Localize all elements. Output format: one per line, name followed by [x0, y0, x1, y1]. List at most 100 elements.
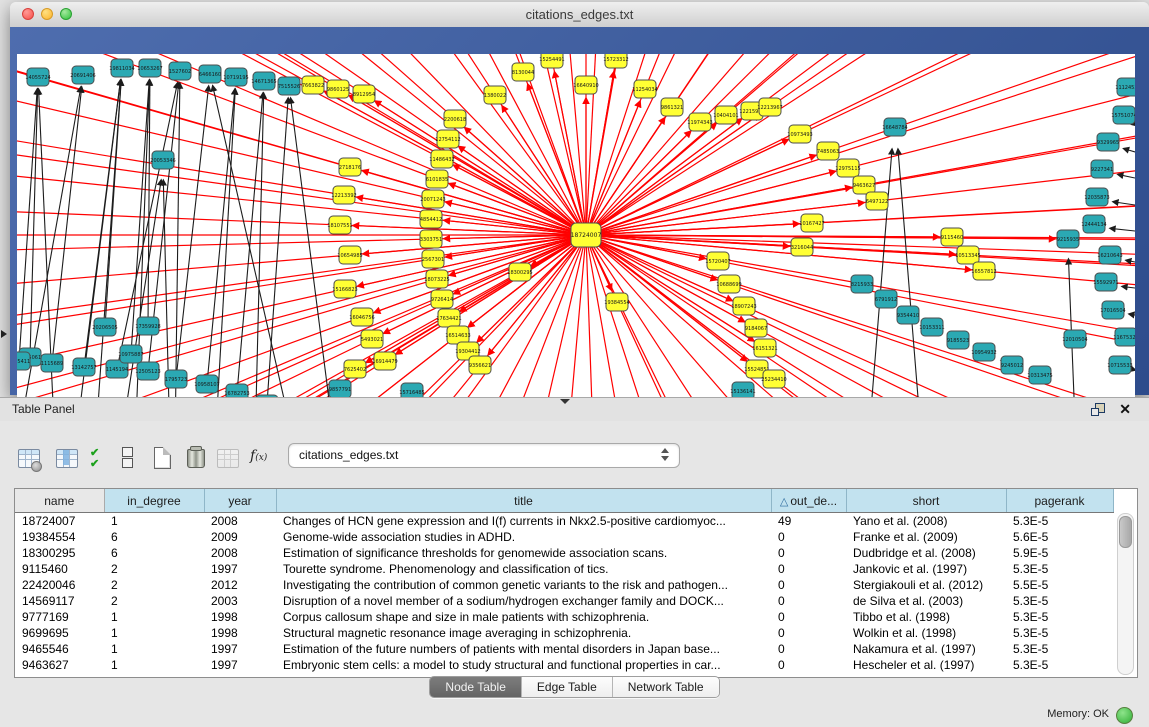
delete-column-button[interactable] — [183, 446, 209, 472]
graph-node-label: 18907243 — [731, 304, 756, 310]
graph-node-label: 19811034 — [109, 66, 134, 72]
table-row[interactable]: 1938455462009Genome-wide association stu… — [15, 529, 1113, 545]
table-row[interactable]: 911546021997Tourette syndrome. Phenomeno… — [15, 561, 1113, 577]
cytoscape-app: { "window": { "title": "citations_edges.… — [0, 0, 1149, 727]
column-header-year[interactable]: year — [204, 489, 276, 513]
table-toolbar: ✔✔ f(x) citations_edges.txt — [0, 422, 1149, 484]
table-cell: 9699695 — [15, 625, 104, 641]
tab-network-table[interactable]: Network Table — [613, 677, 719, 697]
graph-node-label: 10719195 — [223, 75, 248, 81]
graph-node-label: 20071243 — [420, 197, 445, 203]
tab-node-table[interactable]: Node Table — [430, 677, 522, 697]
red-edge-arrow — [362, 171, 586, 235]
table-cell: 1998 — [204, 625, 276, 641]
float-panel-button[interactable] — [1091, 403, 1105, 416]
graph-node-label: 7625402 — [344, 367, 366, 373]
black-edge — [213, 86, 295, 414]
new-column-button[interactable] — [150, 446, 176, 472]
delete-table-button[interactable] — [215, 446, 241, 472]
table-cell: Estimation of significance thresholds fo… — [276, 545, 771, 561]
graph-node-label: 10715533 — [1107, 363, 1132, 369]
network-window: citations_edges.txt 14055724206914061981… — [10, 2, 1149, 395]
table-cell: 1997 — [204, 641, 276, 657]
graph-node-label: 8130044 — [512, 70, 534, 76]
black-edge — [215, 89, 235, 414]
table-cell: 5.3E-5 — [1006, 657, 1113, 673]
graph-node-label: 1145194 — [106, 367, 128, 373]
column-header-short[interactable]: short — [846, 489, 1006, 513]
citation-graph[interactable]: 1405572420691406198110341065326715276026… — [17, 54, 1135, 414]
graph-node-label: 18073225 — [424, 277, 449, 283]
table-row[interactable]: 969969511998Structural magnetic resonanc… — [15, 625, 1113, 641]
column-header-title[interactable]: title — [276, 489, 771, 513]
panel-divider-handle-icon[interactable] — [560, 399, 570, 404]
column-header-name[interactable]: name — [15, 489, 104, 513]
table-row[interactable]: 977716911998Corpus callosum shape and si… — [15, 609, 1113, 625]
graph-node-label: 12213967 — [757, 105, 782, 111]
graph-node-label: 9329965 — [1097, 140, 1119, 146]
graph-node-label: 10975887 — [118, 352, 143, 358]
table-scrollbar[interactable] — [1117, 513, 1134, 675]
table-cell: 0 — [771, 561, 846, 577]
table-cell: 5.3E-5 — [1006, 641, 1113, 657]
function-builder-button[interactable]: f(x) — [250, 448, 276, 474]
column-header-outde[interactable]: △out_de... — [771, 489, 846, 513]
black-edge — [30, 89, 38, 357]
graph-node-label: 6466160 — [199, 72, 221, 78]
table-mode-button[interactable] — [16, 446, 42, 472]
table-row[interactable]: 2242004622012Investigating the contribut… — [15, 577, 1113, 593]
graph-node-label: 3915411 — [17, 359, 30, 365]
graph-node-label: 15716485 — [399, 390, 424, 396]
graph-node-label: 10313475 — [1027, 373, 1052, 379]
graph-node-label: 19384554 — [604, 300, 629, 306]
window-titlebar[interactable]: citations_edges.txt — [10, 2, 1149, 28]
graph-node-label: 9184067 — [745, 326, 767, 332]
scrollbar-thumb[interactable] — [1119, 516, 1132, 548]
column-visibility-button[interactable] — [54, 446, 80, 472]
graph-node-label: 4854412 — [420, 217, 442, 223]
red-edge-arrow — [459, 146, 586, 235]
table-cell: 2 — [104, 593, 204, 609]
graph-node-label: 10973493 — [787, 132, 812, 138]
graph-node-label: 9245012 — [1001, 363, 1023, 369]
table-cell: Wolkin et al. (1998) — [846, 625, 1006, 641]
table-cell: Yano et al. (2008) — [846, 513, 1006, 530]
memory-status-label: Memory: OK — [1047, 708, 1109, 720]
node-table-container: namein_degreeyeartitle△out_de...shortpag… — [14, 488, 1138, 678]
table-row[interactable]: 946554611997Estimation of the future num… — [15, 641, 1113, 657]
graph-node-label: 12754112 — [435, 137, 460, 143]
graph-node-label: 9463627 — [853, 183, 875, 189]
column-header-pagerank[interactable]: pagerank — [1006, 489, 1113, 513]
table-row[interactable]: 946362711997Embryonic stem cells: a mode… — [15, 657, 1113, 673]
graph-node-label: 1795723 — [165, 377, 187, 383]
graph-node-label: 15751074 — [1111, 113, 1135, 119]
table-cell: 14569117 — [15, 593, 104, 609]
network-canvas[interactable]: 1405572420691406198110341065326715276026… — [17, 54, 1135, 414]
table-row[interactable]: 1872400712008Changes of HCN gene express… — [15, 513, 1113, 530]
table-row[interactable]: 1456911722003Disruption of a novel membe… — [15, 593, 1113, 609]
table-cell: 5.3E-5 — [1006, 513, 1113, 530]
graph-node-label: 18724007 — [571, 232, 602, 239]
graph-node-label: 12213392 — [331, 193, 356, 199]
table-cell: 0 — [771, 641, 846, 657]
graph-node-label: 10167427 — [799, 221, 824, 227]
graph-node-label: 12505123 — [135, 369, 160, 375]
tab-edge-table[interactable]: Edge Table — [522, 677, 613, 697]
select-rows-button[interactable]: ✔✔ — [90, 448, 116, 474]
close-panel-button[interactable]: ✕ — [1119, 401, 1131, 418]
table-cell: 9465546 — [15, 641, 104, 657]
table-chooser-select[interactable]: citations_edges.txt — [288, 443, 680, 468]
graph-node-label: 10513345 — [955, 253, 980, 259]
row-height-button[interactable] — [116, 446, 142, 472]
table-row[interactable]: 1830029562008Estimation of significance … — [15, 545, 1113, 561]
black-edge — [1113, 202, 1135, 205]
graph-node-label: 9861321 — [661, 105, 683, 111]
graph-node-label: 15720407 — [705, 259, 730, 265]
table-cell: 5.5E-5 — [1006, 577, 1113, 593]
graph-node-label: 16046756 — [349, 315, 374, 321]
graph-node-label: 2200618 — [444, 117, 466, 123]
column-header-indegree[interactable]: in_degree — [104, 489, 204, 513]
table-cell: 1 — [104, 657, 204, 673]
hidden-panel-arrow-icon[interactable] — [1, 330, 7, 338]
table-cell: 22420046 — [15, 577, 104, 593]
